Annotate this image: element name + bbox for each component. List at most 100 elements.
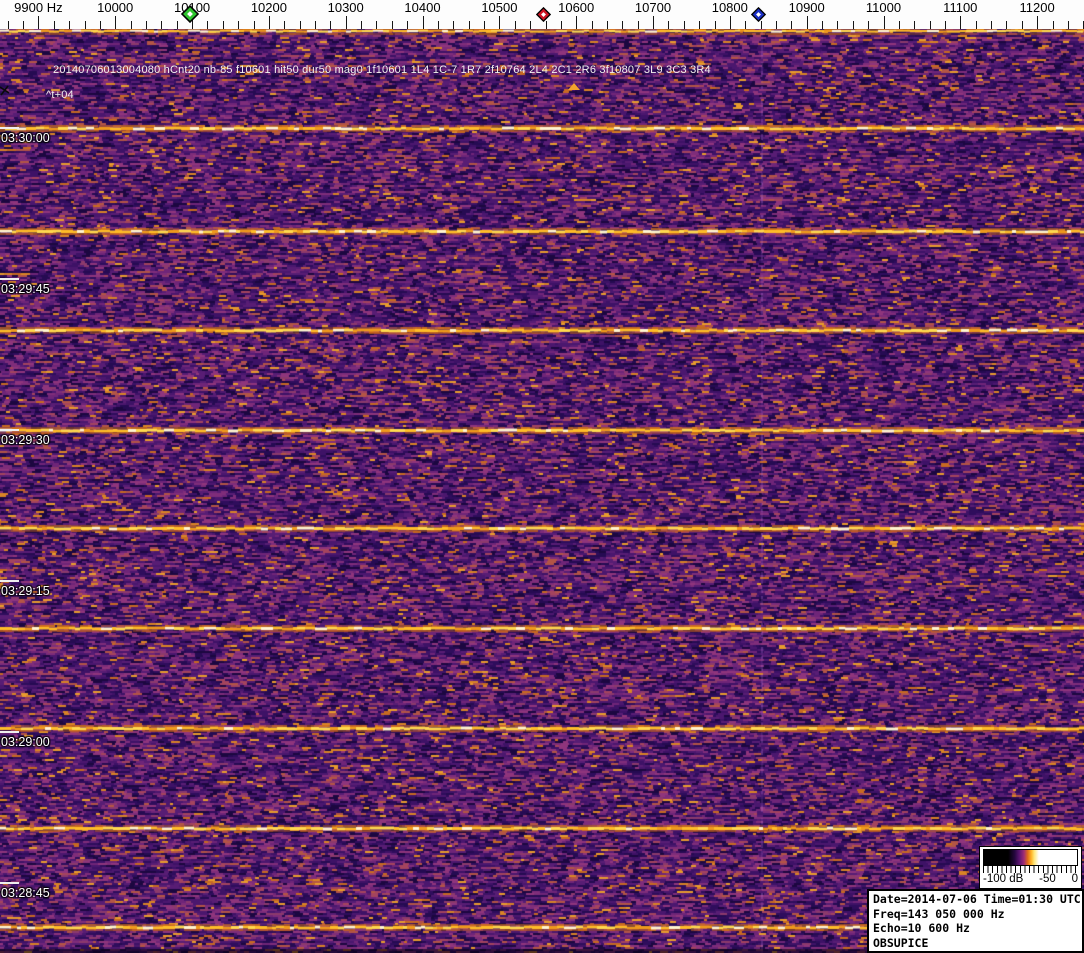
ruler-tick xyxy=(407,21,409,29)
time-label: 03:30:00 xyxy=(1,131,50,145)
ruler-tick xyxy=(914,21,916,29)
spectrogram-canvas[interactable] xyxy=(0,29,1084,953)
legend-label-max: 0 xyxy=(1071,873,1078,885)
ruler-tick xyxy=(345,16,347,29)
color-gradient-bar xyxy=(983,849,1078,866)
ruler-tick xyxy=(391,21,393,29)
ruler-tick xyxy=(499,16,501,29)
ruler-tick xyxy=(53,21,55,29)
ruler-tick xyxy=(729,16,731,29)
freq-label: 10000 xyxy=(97,0,134,15)
freq-label: 10900 xyxy=(788,0,825,15)
annotation-t04: ^t+04 xyxy=(46,89,74,101)
ruler-tick xyxy=(653,16,654,29)
orange-caret-marker xyxy=(568,83,580,90)
info-echo: Echo=10 600 Hz xyxy=(873,921,970,935)
ruler-tick xyxy=(898,21,900,29)
station-info-box: Date=2014-07-06 Time=01:30 UTC Freq=143 … xyxy=(867,889,1084,953)
time-tick-mark xyxy=(0,882,19,884)
ruler-tick xyxy=(699,21,701,29)
ruler-tick xyxy=(253,21,255,29)
ruler-tick xyxy=(668,21,670,29)
info-frequency: Freq=143 050 000 Hz xyxy=(873,906,1005,921)
ruler-tick xyxy=(545,21,547,29)
ruler-tick xyxy=(84,21,86,29)
ruler-tick xyxy=(560,21,562,29)
ruler-tick xyxy=(1006,21,1008,29)
freq-label: 10700 xyxy=(634,0,672,15)
freq-label: 10600 xyxy=(558,0,595,15)
ruler-tick xyxy=(591,21,593,29)
info-station: OBSUPICE xyxy=(873,935,929,950)
ruler-tick xyxy=(23,21,24,29)
time-label: 03:29:30 xyxy=(1,433,50,447)
spectrogram-app: 9900 Hz100001010010200103001040010500106… xyxy=(0,0,1084,953)
ruler-tick xyxy=(806,16,808,29)
info-date-time: Date=2014-07-06 Time=01:30 UTC xyxy=(873,892,1081,906)
ruler-tick xyxy=(422,16,424,29)
ruler-tick xyxy=(975,21,977,29)
time-label: 03:29:45 xyxy=(1,282,50,296)
time-tick-mark xyxy=(0,429,19,431)
ruler-tick xyxy=(115,16,117,29)
time-tick-mark xyxy=(0,731,19,733)
blue-diamond-marker[interactable] xyxy=(750,6,766,22)
ruler-tick xyxy=(468,21,470,29)
ruler-tick xyxy=(315,21,316,29)
ruler-tick xyxy=(437,21,439,29)
ruler-tick xyxy=(637,21,639,29)
green-diamond-marker[interactable] xyxy=(180,5,199,23)
ruler-tick xyxy=(176,21,178,29)
ruler-tick xyxy=(38,16,40,29)
ruler-tick xyxy=(484,21,485,29)
ruler-tick xyxy=(330,21,332,29)
time-tick-mark xyxy=(0,580,19,582)
time-label: 03:29:00 xyxy=(1,735,50,749)
freq-label: 9900 Hz xyxy=(14,0,63,15)
ruler-tick xyxy=(775,21,777,29)
ruler-tick xyxy=(745,21,747,29)
ruler-tick xyxy=(852,21,854,29)
time-label: 03:29:15 xyxy=(1,584,50,598)
ruler-tick xyxy=(822,21,823,29)
ruler-tick xyxy=(514,21,516,29)
ruler-tick xyxy=(299,21,301,29)
ruler-tick xyxy=(7,21,9,29)
ruler-tick xyxy=(376,21,378,29)
legend-labels: -100 dB -50 0 xyxy=(983,873,1078,886)
ruler-tick xyxy=(929,21,931,29)
freq-label: 10300 xyxy=(327,0,364,15)
ruler-tick xyxy=(1037,16,1039,29)
ruler-tick xyxy=(1067,21,1069,29)
freq-label: 10400 xyxy=(404,0,441,15)
color-scale-legend: -100 dB -50 0 xyxy=(979,846,1082,889)
ruler-tick xyxy=(207,21,209,29)
ruler-tick xyxy=(960,16,962,29)
ruler-tick xyxy=(683,21,685,29)
legend-label-mid: -50 xyxy=(1039,873,1056,885)
ruler-tick xyxy=(530,21,532,29)
ruler-tick xyxy=(837,21,839,29)
ruler-tick xyxy=(791,21,793,29)
ruler-tick xyxy=(868,21,870,29)
ruler-tick xyxy=(161,21,163,29)
freq-label: 11100 xyxy=(943,0,978,15)
ruler-tick xyxy=(760,21,762,29)
ruler-tick xyxy=(622,21,624,29)
time-tick-mark xyxy=(0,127,19,129)
ruler-tick xyxy=(944,21,946,29)
frequency-ruler: 9900 Hz100001010010200103001040010500106… xyxy=(0,0,1084,29)
ruler-tick xyxy=(883,16,885,29)
ruler-tick xyxy=(130,21,132,29)
legend-tick-ruler xyxy=(983,866,1078,873)
ruler-tick xyxy=(361,21,363,29)
ruler-tick xyxy=(238,21,240,29)
freq-label: 10200 xyxy=(250,0,287,15)
ruler-tick xyxy=(576,16,578,29)
ruler-tick xyxy=(268,16,270,29)
red-diamond-marker[interactable] xyxy=(535,6,551,22)
ruler-tick xyxy=(453,21,455,29)
ink-scribble-mark xyxy=(0,85,10,96)
detection-annotation: 20140706013004080 hCnt20 nb-85 f10601 hi… xyxy=(53,64,711,76)
ruler-tick xyxy=(69,21,71,29)
